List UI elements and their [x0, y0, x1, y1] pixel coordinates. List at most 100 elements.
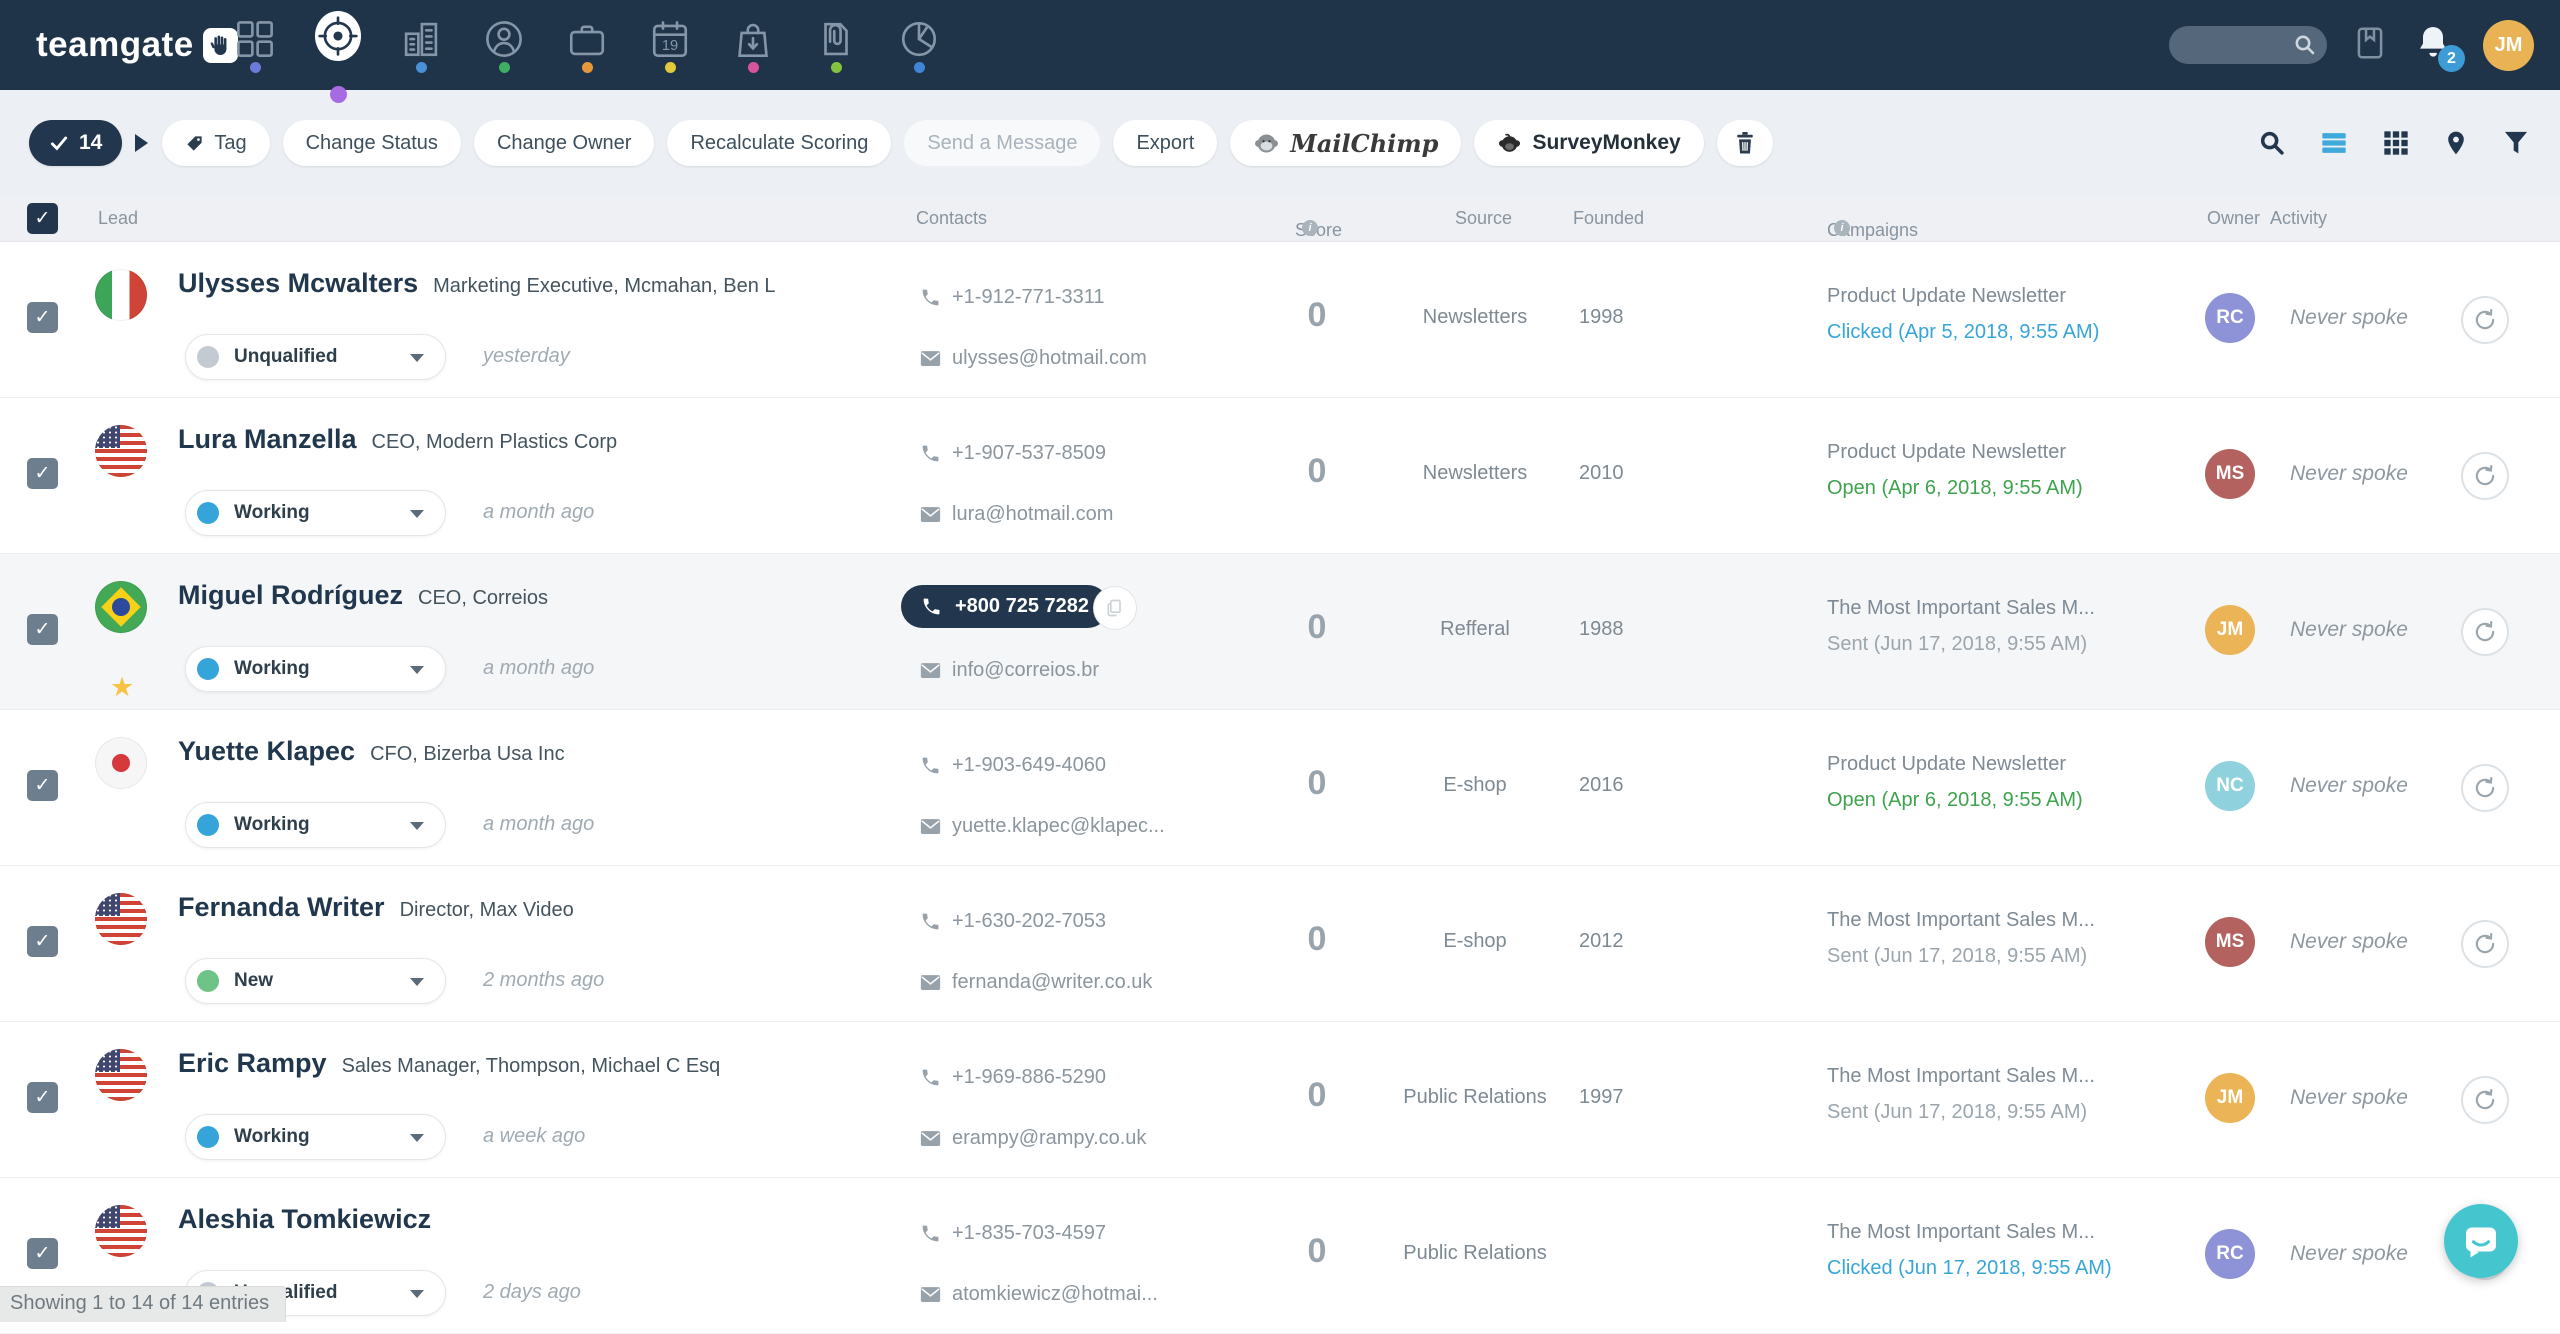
row-checkbox[interactable]: ✓ — [27, 614, 58, 645]
grid-view-icon[interactable] — [2382, 129, 2410, 157]
refresh-activity-button[interactable] — [2461, 296, 2509, 344]
activity-status: Never spoke — [2290, 1242, 2408, 1266]
status-dropdown[interactable]: Working — [185, 646, 446, 692]
nav-item-deals[interactable] — [564, 0, 610, 90]
change-owner-button[interactable]: Change Owner — [474, 120, 655, 166]
lead-email[interactable]: atomkiewicz@hotmai... — [920, 1283, 1158, 1306]
row-checkbox[interactable]: ✓ — [27, 302, 58, 333]
lead-name[interactable]: Miguel Rodríguez — [178, 580, 403, 611]
campaign-status[interactable]: Open (Apr 6, 2018, 9:55 AM) — [1827, 477, 2083, 500]
select-all-checkbox[interactable]: ✓ — [27, 203, 58, 234]
expand-selection-caret[interactable] — [135, 134, 148, 152]
list-view-icon[interactable] — [2319, 129, 2349, 157]
change-status-button[interactable]: Change Status — [283, 120, 461, 166]
lead-email[interactable]: fernanda@writer.co.uk — [920, 971, 1152, 994]
refresh-activity-button[interactable] — [2461, 1076, 2509, 1124]
lead-phone[interactable]: +1-835-703-4597 — [920, 1222, 1106, 1245]
lead-phone[interactable]: +1-912-771-3311 — [920, 286, 1105, 309]
campaign-status[interactable]: Clicked (Apr 5, 2018, 9:55 AM) — [1827, 321, 2099, 344]
delete-button[interactable] — [1717, 120, 1773, 166]
nav-item-companies[interactable] — [398, 0, 444, 90]
nav-item-insights[interactable] — [896, 0, 942, 90]
phone-number: +1-969-886-5290 — [952, 1066, 1106, 1089]
export-button[interactable]: Export — [1113, 120, 1217, 166]
user-avatar[interactable]: JM — [2483, 20, 2534, 71]
row-checkbox[interactable]: ✓ — [27, 926, 58, 957]
lead-email[interactable]: ulysses@hotmail.com — [920, 347, 1147, 370]
row-checkbox[interactable]: ✓ — [27, 1082, 58, 1113]
filter-icon[interactable] — [2502, 129, 2530, 157]
copy-phone-button[interactable] — [1093, 586, 1137, 630]
deals-icon — [566, 18, 608, 60]
table-search-icon[interactable] — [2258, 129, 2286, 157]
campaign-status[interactable]: Clicked (Jun 17, 2018, 9:55 AM) — [1827, 1257, 2112, 1280]
status-dropdown[interactable]: New — [185, 958, 446, 1004]
teamgate-logo[interactable]: teamgate — [36, 25, 238, 65]
row-checkbox[interactable]: ✓ — [27, 458, 58, 489]
lead-email[interactable]: yuette.klapec@klapec... — [920, 815, 1165, 838]
chat-launcher-button[interactable] — [2444, 1204, 2518, 1278]
lead-score: 0 — [1281, 764, 1353, 803]
nav-dot — [330, 86, 347, 103]
campaign-status[interactable]: Sent (Jun 17, 2018, 9:55 AM) — [1827, 633, 2087, 656]
lead-phone[interactable]: +800 725 7282 — [901, 585, 1109, 628]
refresh-activity-button[interactable] — [2461, 920, 2509, 968]
global-search-input[interactable] — [2185, 34, 2301, 57]
send-message-button[interactable]: Send a Message — [904, 120, 1100, 166]
lead-email[interactable]: erampy@rampy.co.uk — [920, 1127, 1146, 1150]
refresh-activity-button[interactable] — [2461, 764, 2509, 812]
lead-email[interactable]: info@correios.br — [920, 659, 1099, 682]
campaign-status[interactable]: Open (Apr 6, 2018, 9:55 AM) — [1827, 789, 2083, 812]
nav-item-products[interactable] — [730, 0, 776, 90]
status-dropdown[interactable]: Working — [185, 1114, 446, 1160]
lead-phone[interactable]: +1-907-537-8509 — [920, 442, 1106, 465]
lead-name[interactable]: Ulysses Mcwalters — [178, 268, 418, 299]
refresh-activity-button[interactable] — [2461, 452, 2509, 500]
last-activity-time: 2 months ago — [483, 969, 604, 992]
lead-name[interactable]: Aleshia Tomkiewicz — [178, 1204, 431, 1235]
notifications-bell[interactable]: 2 — [2413, 20, 2459, 70]
nav-item-dashboard[interactable] — [232, 0, 278, 90]
recalculate-scoring-button[interactable]: Recalculate Scoring — [667, 120, 891, 166]
score-info-icon[interactable]: i — [1302, 220, 1318, 236]
nav-item-calendar[interactable]: 19 — [647, 0, 693, 90]
lead-title: Director, Max Video — [400, 899, 574, 922]
lead-name[interactable]: Eric Rampy — [178, 1048, 327, 1079]
notes-book-icon[interactable] — [2351, 22, 2389, 69]
campaign-status[interactable]: Sent (Jun 17, 2018, 9:55 AM) — [1827, 1101, 2087, 1124]
status-dropdown[interactable]: Working — [185, 490, 446, 536]
campaigns-info-icon[interactable]: i — [1834, 220, 1850, 236]
nav-item-leads[interactable] — [315, 0, 361, 90]
row-checkbox[interactable]: ✓ — [27, 1238, 58, 1269]
surveymonkey-button[interactable]: SurveyMonkey — [1474, 120, 1703, 166]
favorite-star-icon[interactable]: ★ — [110, 672, 134, 703]
lead-email[interactable]: lura@hotmail.com — [920, 503, 1113, 526]
campaign-status[interactable]: Sent (Jun 17, 2018, 9:55 AM) — [1827, 945, 2087, 968]
status-dropdown[interactable]: Unqualified — [185, 334, 446, 380]
lead-name[interactable]: Lura Manzella — [178, 424, 357, 455]
mailchimp-button[interactable]: MailChimp — [1230, 120, 1461, 166]
lead-row: ✓ ★ Aleshia Tomkiewicz Unqualified 2 day… — [0, 1178, 2560, 1334]
lead-score: 0 — [1281, 296, 1353, 335]
nav-item-contacts[interactable] — [481, 0, 527, 90]
lead-phone[interactable]: +1-903-649-4060 — [920, 754, 1106, 777]
lead-name[interactable]: Fernanda Writer — [178, 892, 385, 923]
owner-avatar: JM — [2205, 1073, 2255, 1123]
selected-count-button[interactable]: 14 — [29, 120, 122, 166]
lead-source: Public Relations — [1383, 1086, 1567, 1109]
refresh-activity-button[interactable] — [2461, 608, 2509, 656]
global-search[interactable] — [2169, 26, 2327, 64]
tag-button[interactable]: Tag — [162, 120, 269, 166]
search-icon[interactable] — [2293, 33, 2317, 62]
lead-phone[interactable]: +1-630-202-7053 — [920, 910, 1106, 933]
nav-item-files[interactable] — [813, 0, 859, 90]
phone-number: +1-835-703-4597 — [952, 1222, 1106, 1245]
map-view-icon[interactable] — [2443, 128, 2469, 158]
status-dot — [197, 346, 219, 368]
send-message-label: Send a Message — [927, 132, 1077, 155]
lead-name[interactable]: Yuette Klapec — [178, 736, 355, 767]
lead-phone[interactable]: +1-969-886-5290 — [920, 1066, 1106, 1089]
status-dropdown[interactable]: Working — [185, 802, 446, 848]
row-checkbox[interactable]: ✓ — [27, 770, 58, 801]
lead-score: 0 — [1281, 1232, 1353, 1271]
